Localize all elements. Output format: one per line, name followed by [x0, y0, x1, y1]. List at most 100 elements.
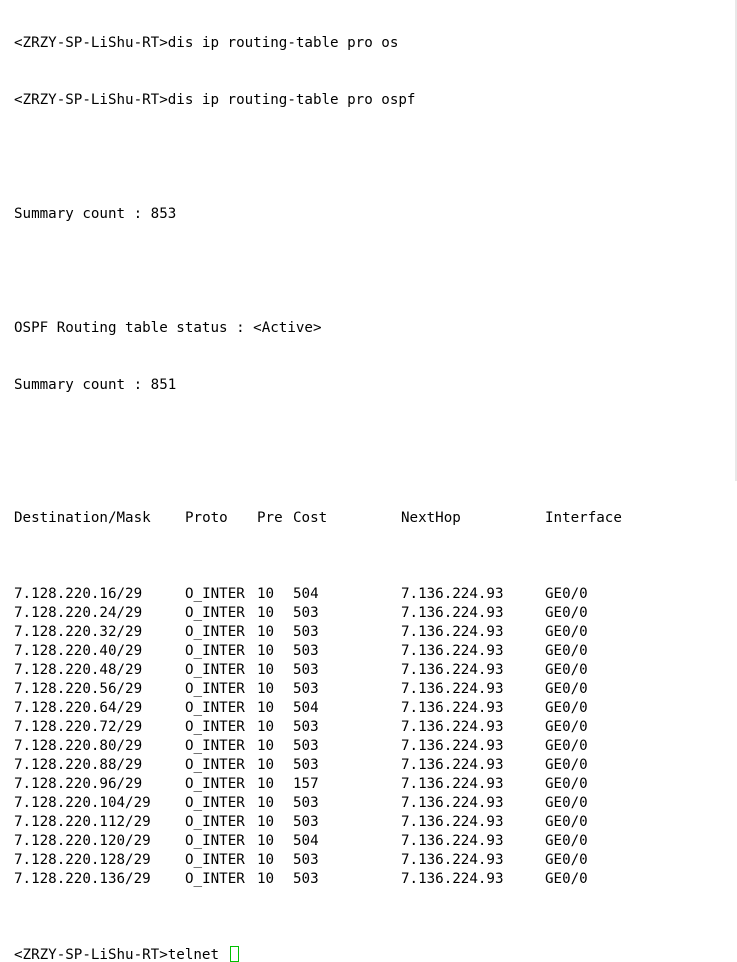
table-row: 7.128.220.88/29 O_INTER 10 503 7.136.224.93 G… — [14, 756, 737, 775]
route-destination: 7.128.220.120/29 — [14, 833, 151, 849]
table-row: 7.128.220.112/29 O_INTER 10 503 7.136.224.93… — [14, 813, 737, 832]
route-destination: 7.128.220.80/29 — [14, 738, 143, 754]
route-interface: GE0/0 — [545, 662, 588, 678]
table-row: 7.128.220.136/29 O_INTER 10 503 7.136.224.93… — [14, 870, 737, 889]
route-destination: 7.128.220.104/29 — [14, 795, 151, 811]
route-nexthop: 7.136.224.93 — [401, 757, 504, 773]
route-destination: 7.128.220.48/29 — [14, 662, 143, 678]
input-line[interactable]: <ZRZY-SP-LiShu-RT>telnet — [14, 946, 737, 962]
route-nexthop: 7.136.224.93 — [401, 738, 504, 754]
route-proto: O_INTER — [185, 757, 245, 773]
column-header-proto: Proto — [185, 510, 228, 526]
route-proto: O_INTER — [185, 795, 245, 811]
text-cursor — [229, 946, 239, 962]
route-cost: 503 — [293, 738, 319, 754]
route-pre: 10 — [257, 719, 275, 735]
route-proto: O_INTER — [185, 662, 245, 678]
column-header-cost: Cost — [293, 510, 328, 526]
route-destination: 7.128.220.136/29 — [14, 871, 151, 887]
column-header-nexthop: NextHop — [401, 510, 461, 526]
table-row: 7.128.220.72/29 O_INTER 10 503 7.136.224.93 G… — [14, 718, 737, 737]
route-proto: O_INTER — [185, 643, 245, 659]
route-interface: GE0/0 — [545, 605, 588, 621]
table-row: 7.128.220.96/29 O_INTER 10 157 7.136.224.93 G… — [14, 775, 737, 794]
route-pre: 10 — [257, 605, 275, 621]
command-line: <ZRZY-SP-LiShu-RT>dis ip routing-table p… — [14, 92, 416, 108]
route-pre: 10 — [257, 757, 275, 773]
table-row: 7.128.220.16/29 O_INTER 10 504 7.136.224.93 G… — [14, 585, 737, 604]
route-proto: O_INTER — [185, 738, 245, 754]
table-row: 7.128.220.80/29 O_INTER 10 503 7.136.224.93 G… — [14, 737, 737, 756]
route-interface: GE0/0 — [545, 719, 588, 735]
route-proto: O_INTER — [185, 605, 245, 621]
route-proto: O_INTER — [185, 700, 245, 716]
route-pre: 10 — [257, 586, 275, 602]
route-pre: 10 — [257, 833, 275, 849]
route-interface: GE0/0 — [545, 776, 588, 792]
route-cost: 157 — [293, 776, 319, 792]
route-cost: 503 — [293, 643, 319, 659]
column-header-pre: Pre — [257, 510, 283, 526]
route-nexthop: 7.136.224.93 — [401, 871, 504, 887]
route-pre: 10 — [257, 738, 275, 754]
route-destination: 7.128.220.32/29 — [14, 624, 143, 640]
route-pre: 10 — [257, 681, 275, 697]
route-proto: O_INTER — [185, 586, 245, 602]
command-input[interactable]: telnet — [168, 947, 228, 962]
route-proto: O_INTER — [185, 833, 245, 849]
route-cost: 503 — [293, 852, 319, 868]
route-cost: 504 — [293, 586, 319, 602]
route-destination: 7.128.220.40/29 — [14, 643, 143, 659]
route-pre: 10 — [257, 700, 275, 716]
route-interface: GE0/0 — [545, 833, 588, 849]
route-proto: O_INTER — [185, 681, 245, 697]
route-proto: O_INTER — [185, 871, 245, 887]
route-nexthop: 7.136.224.93 — [401, 643, 504, 659]
route-nexthop: 7.136.224.93 — [401, 700, 504, 716]
summary-count-total: Summary count : 853 — [14, 206, 177, 222]
route-interface: GE0/0 — [545, 681, 588, 697]
route-destination: 7.128.220.72/29 — [14, 719, 143, 735]
route-destination: 7.128.220.112/29 — [14, 814, 151, 830]
table-row: 7.128.220.56/29 O_INTER 10 503 7.136.224.93 G… — [14, 680, 737, 699]
column-header-interface: Interface — [545, 510, 622, 526]
terminal-window[interactable]: <ZRZY-SP-LiShu-RT>dis ip routing-table p… — [0, 0, 737, 962]
route-cost: 503 — [293, 757, 319, 773]
route-proto: O_INTER — [185, 776, 245, 792]
route-interface: GE0/0 — [545, 643, 588, 659]
route-destination: 7.128.220.56/29 — [14, 681, 143, 697]
route-table-body: 7.128.220.16/29 O_INTER 10 504 7.136.224.93 G… — [14, 585, 737, 889]
route-interface: GE0/0 — [545, 700, 588, 716]
routing-table-status: OSPF Routing table status : <Active> — [14, 320, 322, 336]
route-interface: GE0/0 — [545, 738, 588, 754]
route-cost: 503 — [293, 795, 319, 811]
route-cost: 503 — [293, 814, 319, 830]
route-destination: 7.128.220.96/29 — [14, 776, 143, 792]
route-destination: 7.128.220.24/29 — [14, 605, 143, 621]
route-nexthop: 7.136.224.93 — [401, 833, 504, 849]
route-pre: 10 — [257, 643, 275, 659]
route-nexthop: 7.136.224.93 — [401, 624, 504, 640]
table-row: 7.128.220.128/29 O_INTER 10 503 7.136.224.93… — [14, 851, 737, 870]
route-cost: 504 — [293, 833, 319, 849]
table-row: 7.128.220.32/29 O_INTER 10 503 7.136.224.93 G… — [14, 623, 737, 642]
route-interface: GE0/0 — [545, 624, 588, 640]
route-interface: GE0/0 — [545, 795, 588, 811]
table-row: 7.128.220.24/29 O_INTER 10 503 7.136.224.93 G… — [14, 604, 737, 623]
input-prompt: <ZRZY-SP-LiShu-RT> — [14, 947, 168, 962]
route-pre: 10 — [257, 624, 275, 640]
table-row: 7.128.220.64/29 O_INTER 10 504 7.136.224.93 G… — [14, 699, 737, 718]
route-pre: 10 — [257, 852, 275, 868]
route-destination: 7.128.220.128/29 — [14, 852, 151, 868]
route-nexthop: 7.136.224.93 — [401, 605, 504, 621]
route-cost: 503 — [293, 605, 319, 621]
route-nexthop: 7.136.224.93 — [401, 852, 504, 868]
table-header: Destination/Mask Proto Pre Cost NextHop … — [14, 509, 737, 528]
route-nexthop: 7.136.224.93 — [401, 681, 504, 697]
route-pre: 10 — [257, 814, 275, 830]
terminal-partial-line: <ZRZY-SP-LiShu-RT>dis ip routing-table p… — [14, 35, 399, 51]
route-interface: GE0/0 — [545, 757, 588, 773]
